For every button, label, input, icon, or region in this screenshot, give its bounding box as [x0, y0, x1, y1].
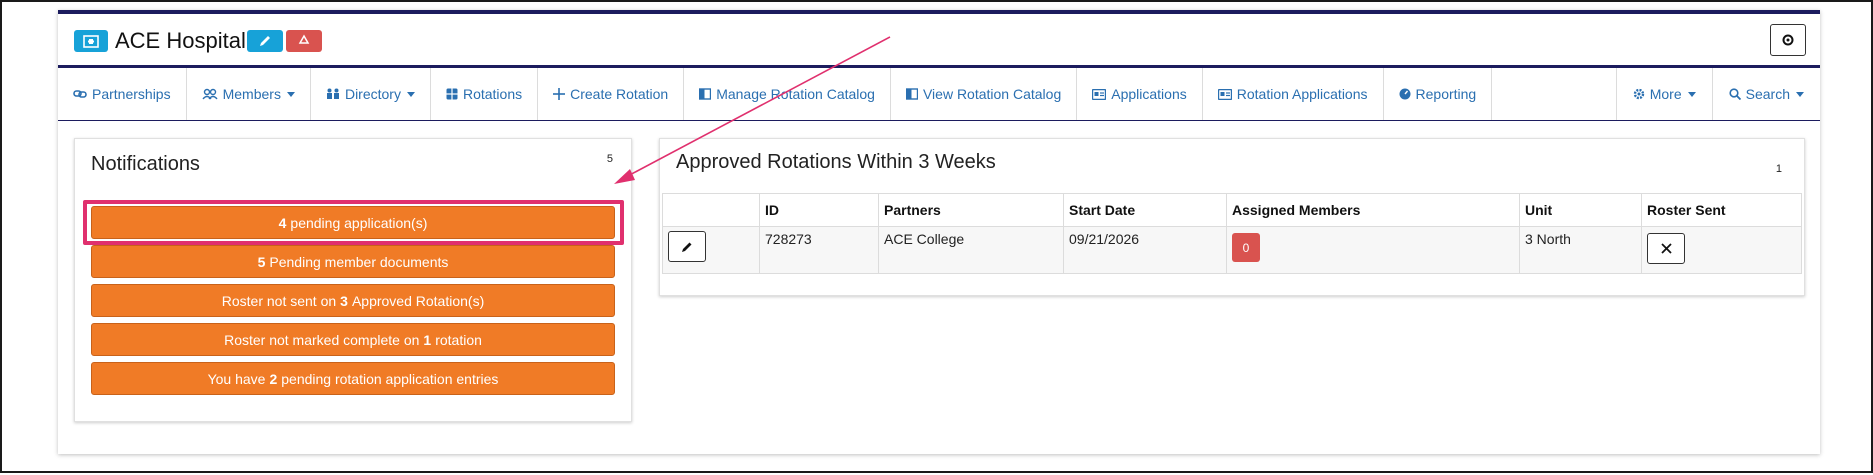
gauge-icon	[1399, 88, 1411, 100]
approved-rotations-table: ID Partners Start Date Assigned Members …	[662, 193, 1802, 274]
notification-roster-not-complete[interactable]: Roster not marked complete on 1 rotation	[91, 323, 615, 356]
nav-partnerships[interactable]: Partnerships	[58, 68, 187, 120]
nav-members-label: Members	[222, 86, 281, 102]
rotation-unit: 3 North	[1519, 226, 1642, 274]
nav-directory[interactable]: Directory	[311, 68, 431, 120]
nav-search-label: Search	[1745, 86, 1790, 102]
notification-text: Pending member documents	[269, 253, 449, 270]
notification-text-pre: Roster not marked complete on	[224, 331, 420, 348]
notification-count: 4	[278, 214, 287, 231]
nav-manage-rotation-catalog-label: Manage Rotation Catalog	[716, 86, 875, 102]
chevron-down-icon	[286, 91, 295, 97]
notification-text: pending application(s)	[290, 214, 428, 231]
notifications-panel: Notifications 5 4 pending application(s) …	[74, 138, 632, 422]
nav-manage-rotation-catalog[interactable]: Manage Rotation Catalog	[684, 68, 891, 120]
id-card-icon	[1217, 88, 1232, 100]
column-header	[662, 193, 760, 227]
notification-text: pending rotation application entries	[281, 370, 499, 387]
pencil-icon	[682, 242, 692, 252]
notification-count: 5	[257, 253, 266, 270]
assigned-members-cell: 0	[1226, 226, 1520, 274]
table-header-row: ID Partners Start Date Assigned Members …	[662, 193, 1802, 227]
nav-rotation-applications[interactable]: Rotation Applications	[1203, 68, 1384, 120]
main-nav: Partnerships Members Directory Rotations…	[58, 65, 1820, 121]
edit-rotation-button[interactable]	[668, 231, 706, 262]
approved-rotations-title: Approved Rotations Within 3 Weeks	[676, 151, 996, 173]
pencil-icon	[260, 36, 270, 46]
column-header[interactable]: ID	[759, 193, 879, 227]
column-header[interactable]: Roster Sent	[1641, 193, 1802, 227]
roster-sent-toggle[interactable]	[1647, 233, 1685, 264]
notification-pending-applications[interactable]: 4 pending application(s)	[91, 206, 615, 239]
nav-members[interactable]: Members	[187, 68, 311, 120]
nav-rotations-label: Rotations	[462, 86, 523, 102]
approved-rotations-count: 1	[1775, 163, 1782, 175]
notification-text-pre: Roster not sent on	[221, 292, 337, 309]
header-bar: ACE Hospital	[58, 14, 1820, 64]
notification-count: 1	[423, 331, 432, 348]
id-card-icon	[1092, 88, 1107, 100]
plus-icon	[553, 88, 566, 100]
main-card: ACE Hospital Partnerships Members Direct…	[58, 10, 1820, 454]
search-icon	[1729, 88, 1741, 100]
directory-icon	[326, 88, 339, 99]
nav-create-rotation-label: Create Rotation	[570, 86, 669, 102]
book-icon	[905, 88, 918, 100]
nav-directory-label: Directory	[344, 86, 401, 102]
approved-rotations-panel: Approved Rotations Within 3 Weeks 1 ID P…	[659, 138, 1805, 296]
assigned-members-button[interactable]: 0	[1232, 233, 1260, 262]
notification-count: 3	[340, 292, 348, 309]
chevron-down-icon	[406, 91, 415, 97]
nav-partnerships-label: Partnerships	[92, 86, 171, 102]
column-header[interactable]: Unit	[1519, 193, 1642, 227]
notification-pending-member-documents[interactable]: 5 Pending member documents	[91, 245, 615, 278]
nav-reporting-label: Reporting	[1415, 86, 1477, 102]
notification-text-pre: You have	[207, 370, 266, 387]
nav-view-rotation-catalog-label: View Rotation Catalog	[922, 86, 1062, 102]
link-icon	[73, 90, 87, 98]
roster-sent-cell	[1641, 226, 1802, 274]
close-icon	[1660, 243, 1672, 254]
chevron-down-icon	[1687, 91, 1696, 97]
notification-roster-not-sent[interactable]: Roster not sent on 3 Approved Rotation(s)	[91, 284, 615, 317]
nav-rotations[interactable]: Rotations	[431, 68, 539, 120]
notifications-title: Notifications	[91, 153, 200, 175]
notification-pending-rotation-entries[interactable]: You have 2 pending rotation application en…	[91, 362, 615, 395]
notification-text: rotation	[435, 331, 482, 348]
nav-applications[interactable]: Applications	[1077, 68, 1203, 120]
nav-spacer	[1492, 68, 1617, 120]
hospital-icon	[74, 30, 108, 52]
chevron-down-icon	[1796, 91, 1804, 97]
edit-org-button[interactable]	[247, 30, 283, 52]
column-header[interactable]: Assigned Members	[1226, 193, 1520, 227]
table-row: 728273 ACE College 09/21/2026 0 3 North	[662, 226, 1802, 274]
org-name: ACE Hospital	[115, 28, 246, 53]
nav-search[interactable]: Search	[1713, 68, 1820, 120]
column-header[interactable]: Partners	[878, 193, 1064, 227]
column-header[interactable]: Start Date	[1063, 193, 1227, 227]
nav-more-label: More	[1649, 86, 1682, 102]
settings-button[interactable]	[1770, 24, 1806, 56]
nav-reporting[interactable]: Reporting	[1384, 68, 1493, 120]
rotation-partners: ACE College	[878, 226, 1064, 274]
nav-more[interactable]: More	[1617, 68, 1713, 120]
book-icon	[699, 88, 712, 100]
gear-icon	[1782, 34, 1794, 46]
rotation-id: 728273	[759, 226, 879, 274]
nav-applications-label: Applications	[1111, 86, 1187, 102]
nav-view-rotation-catalog[interactable]: View Rotation Catalog	[891, 68, 1078, 120]
users-icon	[202, 88, 218, 100]
recycle-icon	[298, 34, 310, 44]
edit-cell	[662, 226, 760, 274]
nav-rotation-applications-label: Rotation Applications	[1236, 86, 1368, 102]
nav-create-rotation[interactable]: Create Rotation	[538, 68, 685, 120]
grid-icon	[446, 88, 458, 100]
recycle-org-button[interactable]	[286, 30, 322, 52]
gear-icon	[1633, 88, 1644, 100]
notification-count: 2	[269, 370, 278, 387]
notification-text: Approved Rotation(s)	[351, 292, 485, 309]
notifications-count: 5	[606, 153, 613, 165]
rotation-start-date: 09/21/2026	[1063, 226, 1227, 274]
